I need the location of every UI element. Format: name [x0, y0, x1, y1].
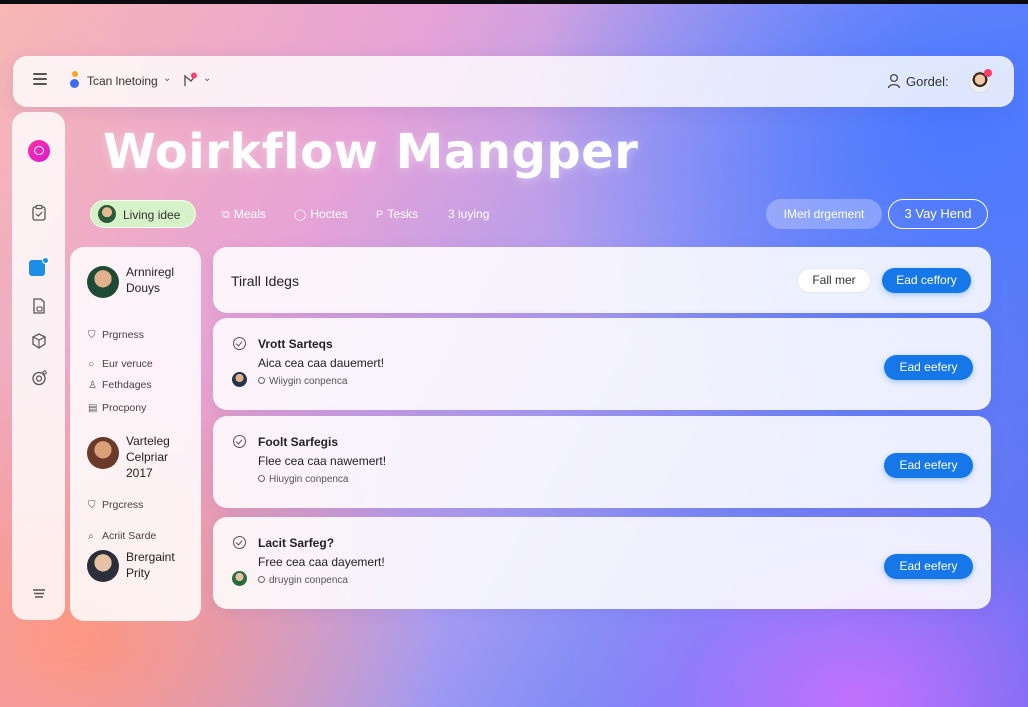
clipboard-icon[interactable] [30, 204, 48, 222]
tab-label: Hoctes [310, 207, 348, 221]
tab-meals[interactable]: ⧉ Meals [222, 207, 266, 222]
shield-icon: ⛉ [88, 500, 96, 511]
chevron-down-icon[interactable]: ⌄ [163, 73, 171, 84]
user-icon [887, 73, 901, 89]
clock-icon [258, 377, 265, 384]
copy-icon: ⧉ [222, 209, 230, 221]
filter-button[interactable]: Fall mer [797, 268, 871, 293]
task-meta: druygin conpenca [258, 575, 348, 586]
flag-notification-icon[interactable] [182, 72, 198, 88]
task-title: Foolt Sarfegis [258, 435, 339, 449]
left-nav-rail [12, 112, 65, 620]
check-circle-icon[interactable] [233, 435, 246, 448]
task-subtitle: Aica cea caa dauemert! [258, 356, 385, 370]
list-item[interactable]: ♙ Fethdages [88, 379, 152, 391]
task-subtitle: Flee cea caa nawemert! [258, 454, 387, 468]
section-title: Tirall Idegs [231, 273, 299, 289]
task-action-button[interactable]: Ead eefery [884, 355, 973, 380]
check-circle-icon[interactable] [233, 536, 246, 549]
check-circle-icon[interactable] [233, 337, 246, 350]
list-item[interactable]: ⌕ Acriit Sarde [88, 530, 156, 542]
avatar [232, 571, 247, 586]
layers-icon[interactable] [30, 584, 48, 602]
team-switcher[interactable]: Tcan lnetoing [87, 74, 158, 88]
shield-icon: ⛉ [88, 330, 96, 341]
clock-icon [258, 475, 265, 482]
tab-iuying[interactable]: 3 iuying [448, 207, 489, 221]
task-meta: Wiiygin conpenca [258, 376, 347, 387]
person-icon: ♙ [88, 380, 97, 391]
tab-label: 3 iuying [448, 207, 490, 221]
task-subtitle: Free cea caa dayemert! [258, 555, 385, 569]
task-title: Vrott Sarteqs [258, 337, 333, 351]
primary-action-button[interactable]: Ead ceffory [882, 268, 971, 293]
target-icon[interactable] [30, 369, 48, 387]
list-item[interactable]: ⛉ Prgrness [88, 329, 144, 341]
chat-bubble-icon: ◯ [294, 209, 307, 221]
top-bar: Tcan lnetoing ⌄ ⌄ Gordel: [13, 56, 1014, 107]
task-card[interactable]: Foolt Sarfegis Flee cea caa nawemert! Hi… [213, 416, 991, 508]
person-name[interactable]: Brergaint Prity [126, 549, 175, 581]
tab-tesks[interactable]: P Tesks [376, 207, 418, 221]
tab-label: Meals [233, 207, 266, 221]
team-logo-icon [69, 71, 81, 91]
task-meta: Hiuygin conpenca [258, 474, 349, 485]
task-action-button[interactable]: Ead eefery [884, 554, 973, 579]
management-button[interactable]: IMerl drgement [766, 199, 882, 229]
tab-label: Living idee [123, 208, 181, 222]
box-icon[interactable] [30, 332, 48, 350]
tab-label: Tesks [387, 207, 419, 221]
people-panel: Arnniregl Douys ⛉ Prgrness ○ Eur veruce ♙ F… [70, 247, 201, 621]
list-item[interactable]: ▤ Procpony [88, 402, 146, 414]
chevron-down-icon[interactable]: ⌄ [203, 73, 211, 84]
avatar [232, 372, 247, 387]
document-lock-icon[interactable] [30, 297, 48, 315]
calendar-badge [42, 257, 49, 264]
top-edge [0, 0, 1028, 4]
list-item[interactable]: ⛉ Prgcress [88, 499, 143, 511]
task-action-button[interactable]: Ead eefery [884, 453, 973, 478]
notification-badge [984, 69, 992, 77]
list-item[interactable]: ○ Eur veruce [88, 358, 153, 370]
avatar[interactable] [87, 437, 119, 469]
avatar[interactable] [87, 266, 119, 298]
page-title: Woirkflow Mangper [103, 124, 639, 180]
pin-icon: P [376, 209, 384, 221]
tab-living-idee[interactable]: Living idee [90, 200, 196, 228]
vay-hend-button[interactable]: 3 Vay Hend [888, 199, 988, 229]
ideas-header-card: Tirall Idegs Fall mer Ead ceffory [213, 247, 991, 313]
user-name[interactable]: Gordel: [906, 74, 949, 89]
person-name[interactable]: Arnniregl Douys [126, 264, 174, 296]
task-card[interactable]: Lacit Sarfeg? Free cea caa dayemert! dru… [213, 517, 991, 609]
person-name[interactable]: Varteleg Celpriar 2017 [126, 433, 170, 481]
task-title: Lacit Sarfeg? [258, 536, 335, 550]
avatar [98, 205, 116, 223]
circle-icon: ○ [88, 359, 95, 370]
task-card[interactable]: Vrott Sarteqs Aica cea caa dauemert! Wii… [213, 318, 991, 410]
search-icon: ⌕ [88, 531, 94, 542]
avatar[interactable] [87, 550, 119, 582]
clock-icon [258, 576, 265, 583]
tab-hoctes[interactable]: ◯ Hoctes [294, 207, 348, 221]
menu-icon[interactable] [33, 73, 47, 85]
chat-icon[interactable] [28, 140, 50, 162]
card-icon: ▤ [88, 403, 98, 414]
